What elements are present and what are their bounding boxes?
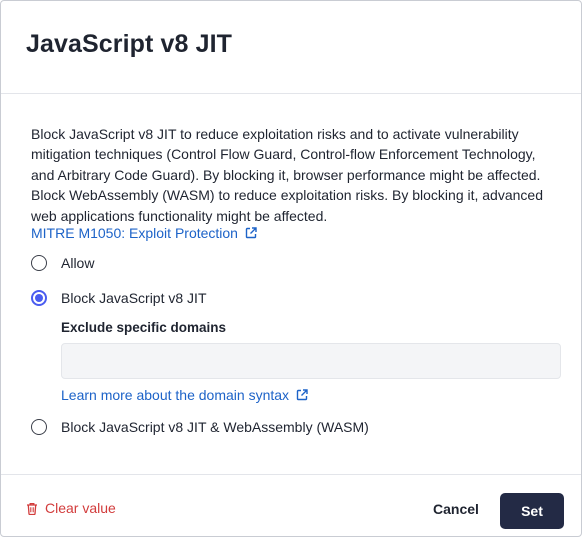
exclude-domains-input[interactable] <box>61 343 561 379</box>
external-link-icon <box>296 389 308 401</box>
dialog-footer: Clear value Cancel Set <box>1 474 581 536</box>
mitre-reference-link-label: MITRE M1050: Exploit Protection <box>31 225 238 241</box>
radio-block-jit[interactable] <box>31 290 47 306</box>
dialog: JavaScript v8 JIT Block JavaScript v8 JI… <box>0 0 582 537</box>
option-allow-label: Allow <box>61 255 95 271</box>
option-block-jit-label: Block JavaScript v8 JIT <box>61 290 207 306</box>
option-allow[interactable]: Allow <box>31 255 94 271</box>
trash-icon <box>27 502 37 515</box>
cancel-button[interactable]: Cancel <box>433 501 479 517</box>
mitre-reference-link[interactable]: MITRE M1050: Exploit Protection <box>31 225 257 241</box>
option-block-jit[interactable]: Block JavaScript v8 JIT <box>31 290 207 306</box>
description-text: Block JavaScript v8 JIT to reduce exploi… <box>31 126 543 224</box>
dialog-header: JavaScript v8 JIT <box>1 1 581 94</box>
radio-allow[interactable] <box>31 255 47 271</box>
dialog-title: JavaScript v8 JIT <box>26 30 232 58</box>
set-button[interactable]: Set <box>500 493 564 529</box>
clear-value-button[interactable]: Clear value <box>26 500 116 516</box>
dialog-body: Block JavaScript v8 JIT to reduce exploi… <box>1 94 581 474</box>
domain-syntax-link-label: Learn more about the domain syntax <box>61 387 290 403</box>
exclude-domains-label: Exclude specific domains <box>61 320 227 335</box>
option-block-jit-wasm[interactable]: Block JavaScript v8 JIT & WebAssembly (W… <box>31 419 369 435</box>
clear-value-label: Clear value <box>45 500 116 516</box>
external-link-icon <box>245 227 257 239</box>
option-block-jit-wasm-label: Block JavaScript v8 JIT & WebAssembly (W… <box>61 419 369 435</box>
radio-block-jit-wasm[interactable] <box>31 419 47 435</box>
domain-syntax-link[interactable]: Learn more about the domain syntax <box>61 387 308 403</box>
